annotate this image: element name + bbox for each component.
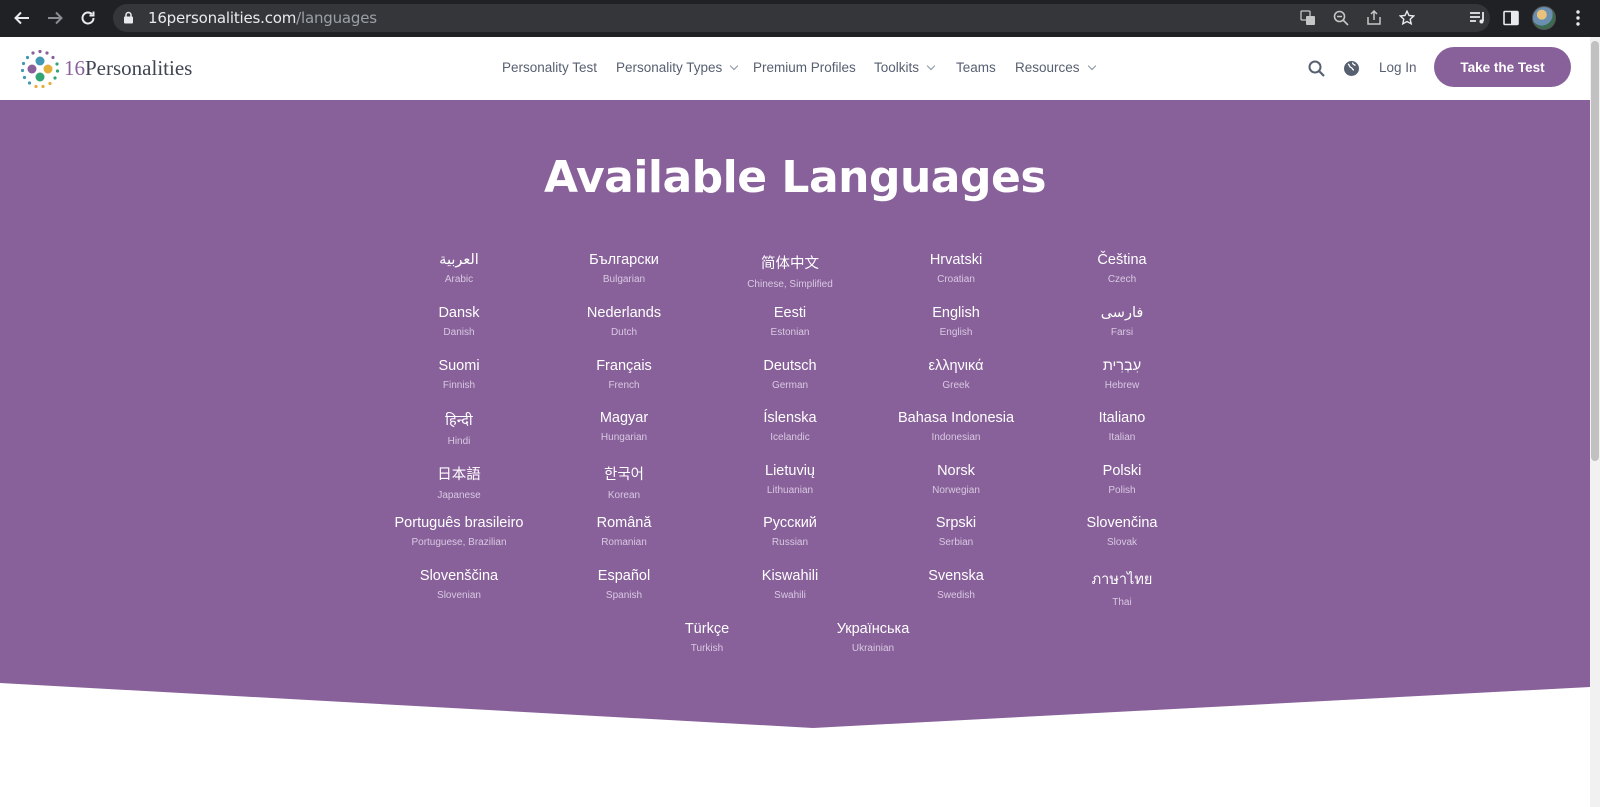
language-link[interactable]: Українська Ukrainian [773,621,973,654]
nav-resources[interactable]: Resources [1015,60,1096,75]
globe-icon[interactable] [1341,58,1361,78]
search-icon[interactable] [1306,58,1326,78]
lock-icon[interactable] [123,11,134,29]
forward-arrow-icon[interactable] [44,7,66,29]
address-bar[interactable]: 16personalities.com/languages [113,4,1490,32]
language-native-name: فارسی [1100,305,1144,321]
language-native-name: Українська [836,621,910,637]
language-link[interactable]: Slovenčina Slovak [1022,515,1222,548]
reload-icon[interactable] [77,7,99,29]
nav-personality-test[interactable]: Personality Test [502,60,597,75]
profile-avatar[interactable] [1532,6,1556,30]
side-panel-icon[interactable] [1499,6,1523,30]
language-link[interactable]: فارسی Farsi [1022,305,1222,338]
logo-wordmark[interactable]: 16Personalities [64,56,192,81]
kebab-menu-icon[interactable] [1566,6,1590,30]
language-native-name: Italiano [1098,410,1146,426]
page-title: Available Languages [543,152,1047,203]
language-native-name: Polski [1102,463,1142,479]
nav-toolkits[interactable]: Toolkits [874,60,936,75]
language-english-name: Thai [1112,597,1132,608]
chevron-down-icon [926,61,936,70]
url-text: 16personalities.com/languages [148,9,377,27]
language-link[interactable]: Čeština Czech [1022,252,1222,285]
language-english-name: Italian [1108,432,1136,443]
nav-premium-profiles[interactable]: Premium Profiles [753,60,856,75]
star-icon[interactable] [1398,9,1416,27]
language-native-name: עִבְרִית [1102,358,1142,374]
chevron-down-icon [730,61,739,70]
take-the-test-button[interactable]: Take the Test [1434,47,1571,87]
languages-hero: Available Languages العربية Arabic Българс… [0,100,1590,728]
chevron-down-icon [1087,61,1096,70]
nav-personality-types[interactable]: Personality Types [616,60,739,75]
language-link[interactable]: Polski Polish [1022,463,1222,496]
browser-toolbar: 16personalities.com/languages [0,0,1600,37]
page-scrollbar[interactable] [1590,37,1600,807]
language-link[interactable]: עִבְרִית Hebrew [1022,358,1222,391]
language-english-name: Ukrainian [851,643,895,654]
language-english-name: Czech [1107,274,1137,285]
scrollbar-thumb[interactable] [1591,41,1599,461]
media-control-icon[interactable] [1466,6,1490,30]
logo-icon[interactable] [20,49,60,89]
language-english-name: Hebrew [1104,380,1140,391]
language-native-name: ภาษาไทย [1091,572,1153,588]
back-arrow-icon[interactable] [11,7,33,29]
language-english-name: Farsi [1110,327,1134,338]
language-native-name: Čeština [1097,252,1147,268]
zoom-out-icon[interactable] [1332,9,1350,27]
language-link[interactable]: Italiano Italian [1022,410,1222,443]
share-icon[interactable] [1365,9,1383,27]
language-native-name: Slovenčina [1086,515,1158,531]
language-english-name: Slovak [1106,537,1137,548]
language-link[interactable]: ภาษาไทย Thai [1022,568,1222,608]
site-header: 16Personalities Personality Test Persona… [0,37,1600,100]
login-link[interactable]: Log In [1379,60,1417,75]
translate-icon[interactable] [1299,9,1317,27]
language-english-name: Polish [1108,485,1136,496]
nav-teams[interactable]: Teams [956,60,996,75]
